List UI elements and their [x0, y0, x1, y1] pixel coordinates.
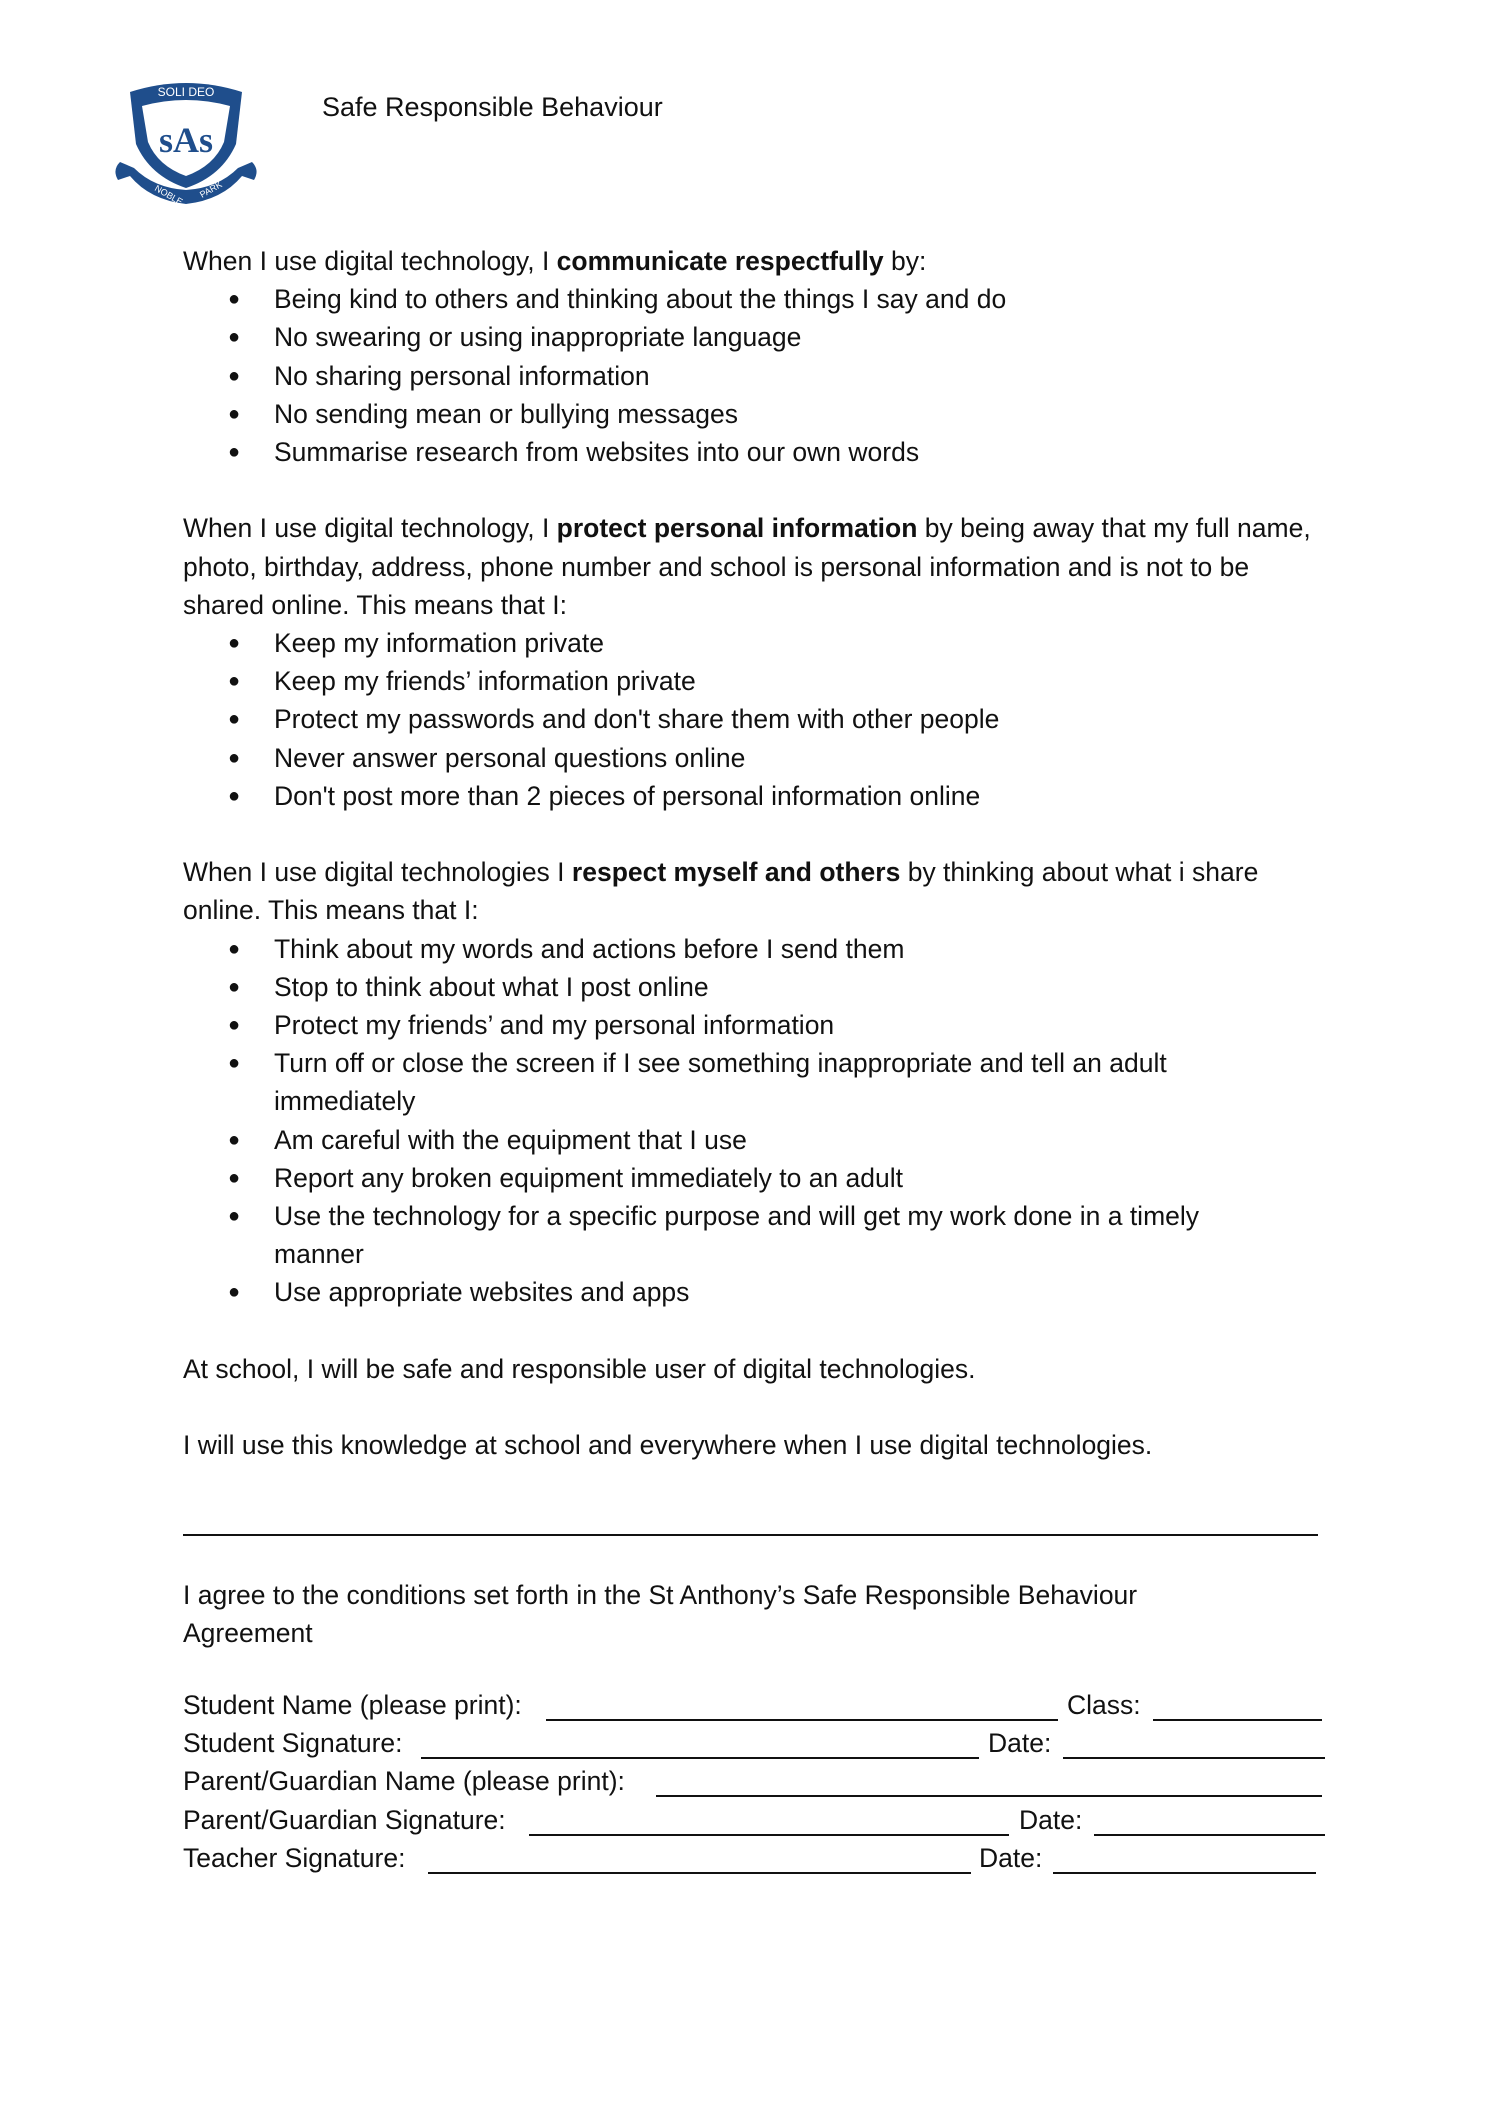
school-crest-logo: SOLI DEO sAs NOBLE PARK: [115, 83, 257, 207]
class-field[interactable]: [1153, 1719, 1322, 1721]
student-name-label: Student Name (please print):: [183, 1690, 522, 1720]
closing-statement: I will use this knowledge at school and …: [183, 1430, 1153, 1461]
student-name-field[interactable]: [546, 1719, 1058, 1721]
list-item: Protect my passwords and don't share the…: [183, 700, 1333, 738]
document-title: Safe Responsible Behaviour: [322, 92, 663, 122]
parent-signature-label: Parent/Guardian Signature:: [183, 1804, 506, 1835]
parent-signature-field[interactable]: [529, 1833, 1009, 1836]
svg-text:sAs: sAs: [159, 120, 213, 160]
list-item: Use appropriate websites and apps: [183, 1273, 1203, 1311]
student-signature-label: Student Signature:: [183, 1728, 403, 1759]
list-item: No swearing or using inappropriate langu…: [183, 318, 1333, 356]
class-label: Class:: [1067, 1690, 1141, 1720]
parent-date-field[interactable]: [1094, 1833, 1325, 1836]
parent-name-field[interactable]: [656, 1795, 1322, 1798]
bullet-list: Think about my words and actions before …: [183, 930, 1203, 1312]
list-item: Am careful with the equipment that I use: [183, 1121, 1203, 1159]
list-item: Summarise research from websites into ou…: [183, 433, 1333, 471]
divider: [183, 1534, 1318, 1536]
document-body: When I use digital technology, I communi…: [183, 242, 1333, 1464]
teacher-date-field[interactable]: [1053, 1871, 1316, 1874]
list-item: Think about my words and actions before …: [183, 930, 1203, 968]
student-signature-field[interactable]: [421, 1757, 979, 1760]
list-item: Being kind to others and thinking about …: [183, 280, 1333, 318]
section-intro: When I use digital technology, I communi…: [183, 246, 927, 276]
section-intro: When I use digital technologies I respec…: [183, 857, 1259, 926]
teacher-signature-label: Teacher Signature:: [183, 1842, 406, 1873]
list-item: No sending mean or bullying messages: [183, 395, 1333, 433]
list-item: Keep my information private: [183, 624, 1333, 662]
section-intro: When I use digital technology, I protect…: [183, 513, 1311, 620]
date-label: Date:: [988, 1728, 1052, 1759]
date-label: Date:: [979, 1842, 1043, 1873]
list-item: Report any broken equipment immediately …: [183, 1159, 1203, 1197]
list-item: Turn off or close the screen if I see so…: [183, 1044, 1203, 1120]
list-item: No sharing personal information: [183, 357, 1333, 395]
svg-text:SOLI DEO: SOLI DEO: [158, 85, 215, 99]
parent-name-label: Parent/Guardian Name (please print):: [183, 1766, 625, 1797]
list-item: Stop to think about what I post online: [183, 968, 1203, 1006]
teacher-signature-field[interactable]: [428, 1871, 971, 1874]
bullet-list: Being kind to others and thinking about …: [183, 280, 1333, 471]
list-item: Use the technology for a specific purpos…: [183, 1197, 1203, 1273]
closing-statement: At school, I will be safe and responsibl…: [183, 1353, 976, 1384]
list-item: Never answer personal questions online: [183, 739, 1333, 777]
list-item: Keep my friends’ information private: [183, 662, 1333, 700]
date-label: Date:: [1019, 1804, 1083, 1835]
student-date-field[interactable]: [1063, 1757, 1325, 1760]
agreement-statement: I agree to the conditions set forth in t…: [183, 1580, 1138, 1649]
list-item: Protect my friends’ and my personal info…: [183, 1006, 1203, 1044]
bullet-list: Keep my information private Keep my frie…: [183, 624, 1333, 815]
list-item: Don't post more than 2 pieces of persona…: [183, 777, 1333, 815]
signature-form: Student Name (please print): Class: Stud…: [0, 1690, 1500, 1881]
